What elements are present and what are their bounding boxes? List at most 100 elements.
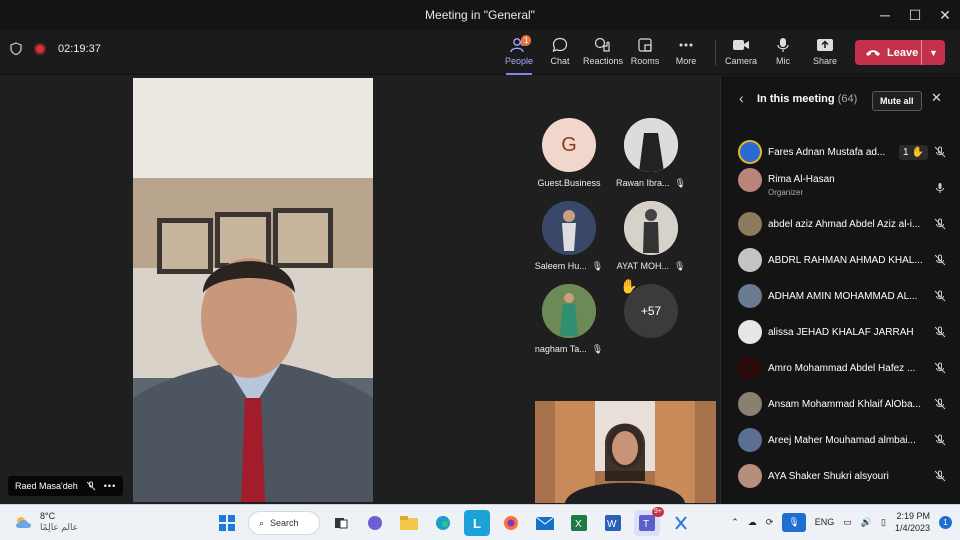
participant-row[interactable]: Rima Al-Hasan Organizer [721,168,960,206]
participant-name: Rima Al-Hasan [768,174,835,185]
svg-text:T: T [643,519,649,530]
recording-icon [34,42,46,55]
chat-button[interactable]: Chat [537,37,583,66]
learn-app-icon[interactable]: L [464,510,490,536]
task-view-icon[interactable] [328,510,354,536]
avatar-image [542,201,596,255]
sync-icon[interactable]: ⟳ [766,517,774,528]
shield-icon[interactable] [10,42,22,55]
participant-row[interactable]: ADHAM AMIN MOHAMMAD AL... [721,278,960,314]
excel-icon[interactable]: X [566,510,592,536]
taskbar: 8°C عالم عالِمًا ⌕ Search L X W T 9+ ⌃ ☁… [0,504,960,540]
gallery-tile[interactable]: Rawan Ibra... 🎙 [616,118,686,189]
mic-muted-icon[interactable] [934,398,946,410]
gallery-tile[interactable]: Saleem Hu... 🎙 [534,201,604,272]
participant-row[interactable]: Ansam Mohammad Khlaif AlOba... [721,386,960,422]
chevron-up-icon[interactable]: ⌃ [731,517,739,528]
file-explorer-icon[interactable] [396,510,422,536]
taskbar-search[interactable]: ⌕ Search [248,511,320,535]
participant-row[interactable]: abdel aziz Ahmad Abdel Aziz al-i... [721,206,960,242]
notification-badge[interactable]: 1 [939,515,952,529]
share-button[interactable]: Share [802,37,848,66]
speaker-name-tag: Raed Masa'deh ••• [8,476,124,496]
participant-name: Fares Adnan Mustafa ad... [768,146,886,158]
battery-icon[interactable]: ▯ [881,517,886,528]
toolbar-divider [715,40,716,66]
gallery-tile[interactable]: nagham Ta... 🎙 [534,284,604,355]
mic-tray-icon[interactable]: 🎙 [782,512,806,532]
meeting-timer: 02:19:37 [58,42,101,55]
leave-label: Leave [887,46,919,59]
start-button[interactable] [214,510,240,536]
back-chevron-icon[interactable]: ‹ [739,90,744,106]
reactions-label: Reactions [582,56,624,66]
teams-icon[interactable]: T 9+ [634,507,664,536]
participant-row[interactable]: Areej Maher Mouhamad almbai... [721,422,960,458]
windows-icon [219,515,235,531]
teams-chat-icon[interactable] [362,510,388,536]
mic-button[interactable]: Mic [760,37,806,66]
display-icon[interactable]: ▭ [843,517,852,528]
taskbar-apps: ⌕ Search L X W T 9+ [214,507,694,536]
close-window-icon[interactable]: ✕ [928,0,960,30]
mic-muted-icon[interactable] [934,254,946,266]
participant-row[interactable]: Amro Mohammad Abdel Hafez ... [721,350,960,386]
chat-label: Chat [550,56,570,66]
edge-icon[interactable] [430,510,456,536]
mic-muted-icon[interactable] [934,470,946,482]
mic-muted-icon: 🎙 [674,178,686,188]
mic-muted-icon[interactable] [934,290,946,302]
volume-icon[interactable]: 🔊 [861,517,872,528]
mail-icon[interactable] [532,510,558,536]
mic-muted-icon[interactable] [934,146,946,158]
avatar [738,428,762,452]
tile-name: Guest.Business [537,178,601,188]
mic-muted-icon[interactable] [934,362,946,374]
participant-row[interactable]: AYA Shaker Shukri alsyouri [721,458,960,494]
gallery-tile[interactable]: AYAT MOH... 🎙 [616,201,686,272]
teams-badge: 9+ [652,507,664,517]
avatar [738,392,762,416]
participant-name: AYA Shaker Shukri alsyouri [768,470,889,482]
rooms-button[interactable]: Rooms [622,37,668,66]
tile-name: AYAT MOH... [616,261,669,271]
participant-row[interactable]: alissa JEHAD KHALAF JARRAH [721,314,960,350]
leave-button[interactable]: Leave ▼ [855,40,945,65]
clock[interactable]: 2:19 PM 1/4/2023 [895,510,930,534]
word-icon[interactable]: W [600,510,626,536]
rooms-icon [638,38,652,52]
raised-hand-icon: ✋ [911,146,925,158]
reactions-button[interactable]: Reactions [580,37,626,66]
onedrive-icon[interactable]: ☁ [748,517,757,528]
mic-muted-icon[interactable] [934,218,946,230]
mic-muted-icon: 🎙 [673,261,686,271]
avatar [738,168,762,192]
speaker-more-icon[interactable]: ••• [104,481,116,491]
language-indicator[interactable]: ENG [815,517,835,527]
self-view-video [535,401,716,503]
minimize-icon[interactable]: ─ [868,0,902,30]
participant-row[interactable]: ABDRL RAHMAN AHMAD KHAL... [721,242,960,278]
mute-all-button[interactable]: Mute all [872,91,922,111]
camera-button[interactable]: Camera [718,37,764,66]
close-panel-icon[interactable]: ✕ [931,90,942,106]
firefox-icon[interactable] [498,510,524,536]
search-label: Search [270,518,299,528]
participant-name: Ansam Mohammad Khlaif AlOba... [768,398,921,410]
snipping-tool-icon[interactable] [668,510,694,536]
rooms-label: Rooms [630,56,660,66]
people-button[interactable]: 1 People [496,35,542,75]
mic-muted-icon[interactable] [934,434,946,446]
overflow-tile[interactable]: +57 ✋ [616,278,686,338]
mic-muted-icon[interactable] [934,326,946,338]
weather-widget[interactable]: 8°C عالم عالِمًا [14,511,78,533]
participant-row[interactable]: Fares Adnan Mustafa ad... 1 ✋ [721,134,960,170]
mic-on-icon[interactable] [934,182,946,194]
more-button[interactable]: More [663,37,709,66]
maximize-icon[interactable]: ☐ [898,0,932,30]
svg-text:W: W [607,519,617,530]
self-view-image [535,401,716,503]
leave-dropdown-icon[interactable]: ▼ [921,40,945,65]
avatar [738,356,762,380]
gallery-tile[interactable]: G Guest.Business [534,118,604,188]
